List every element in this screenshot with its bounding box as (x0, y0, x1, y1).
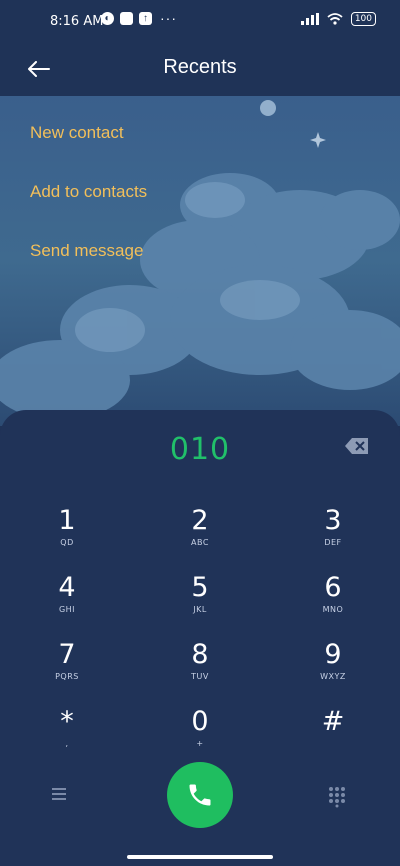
key-5[interactable]: 5 JKL (145, 573, 255, 633)
key-8[interactable]: 8 TUV (145, 640, 255, 700)
key-digit: 2 (191, 505, 209, 536)
more-notifications-icon: ··· (160, 10, 177, 26)
key-4[interactable]: 4 GHI (12, 573, 122, 633)
dialed-number[interactable]: 010 (0, 432, 400, 467)
key-7[interactable]: 7 PQRS (12, 640, 122, 700)
key-letters: PQRS (55, 672, 79, 681)
key-letters: WXYZ (320, 672, 346, 681)
key-2[interactable]: 2 ABC (145, 506, 255, 566)
key-digit: 1 (58, 505, 76, 536)
key-letters: TUV (191, 672, 209, 681)
number-actions-menu: New contact Add to contacts Send message (30, 120, 147, 297)
key-digit: * (60, 706, 74, 737)
key-3[interactable]: 3 DEF (278, 506, 388, 566)
wifi-icon (327, 13, 343, 25)
square-icon (120, 12, 133, 25)
key-letters: , (65, 739, 69, 748)
dialer-panel: 010 1 QD 2 ABC 3 DEF 4 GHI 5 JKL 6 MNO 7… (0, 410, 400, 866)
new-contact-option[interactable]: New contact (30, 120, 147, 179)
key-digit: 6 (324, 572, 342, 603)
send-message-option[interactable]: Send message (30, 238, 147, 297)
key-digit: # (321, 706, 345, 737)
key-digit: 3 (324, 505, 342, 536)
key-9[interactable]: 9 WXYZ (278, 640, 388, 700)
key-letters: DEF (324, 538, 342, 547)
backspace-button[interactable] (344, 436, 370, 456)
key-letters: QD (60, 538, 74, 547)
status-time: 8:16 AM (50, 14, 104, 29)
key-star[interactable]: * , (12, 707, 122, 767)
status-notification-icons: ◐ ↑ (101, 12, 152, 25)
dialer-actions (0, 762, 400, 832)
dialpad-toggle-button[interactable] (328, 786, 350, 808)
key-1[interactable]: 1 QD (12, 506, 122, 566)
status-bar: 8:16 AM ◐ ↑ ··· 100 (0, 0, 400, 44)
key-digit: 9 (324, 639, 342, 670)
key-letters: ABC (191, 538, 209, 547)
add-to-contacts-option[interactable]: Add to contacts (30, 179, 147, 238)
key-digit: 7 (58, 639, 76, 670)
key-digit: 4 (58, 572, 76, 603)
hamburger-icon (52, 788, 66, 800)
page-title: Recents (163, 56, 237, 78)
key-letters: MNO (322, 605, 344, 614)
key-digit: 5 (191, 572, 209, 603)
vpn-icon: ◐ (101, 12, 114, 25)
menu-button[interactable] (50, 786, 72, 808)
battery-indicator: 100 (350, 12, 376, 26)
home-indicator[interactable] (127, 855, 273, 859)
upload-icon: ↑ (139, 12, 152, 25)
app-header: Recents (0, 44, 400, 94)
key-letters: + (196, 739, 204, 748)
key-hash[interactable]: # (278, 707, 388, 767)
signal-icon (300, 13, 319, 25)
dialpad-icon (329, 787, 345, 808)
call-button[interactable] (167, 762, 233, 828)
status-system-icons: 100 (300, 12, 376, 26)
backspace-icon (345, 438, 368, 454)
key-0[interactable]: 0 + (145, 707, 255, 767)
key-letters: JKL (193, 605, 207, 614)
phone-icon (189, 784, 211, 806)
key-digit: 8 (191, 639, 209, 670)
key-6[interactable]: 6 MNO (278, 573, 388, 633)
key-digit: 0 (191, 706, 209, 737)
key-letters: GHI (58, 605, 76, 614)
